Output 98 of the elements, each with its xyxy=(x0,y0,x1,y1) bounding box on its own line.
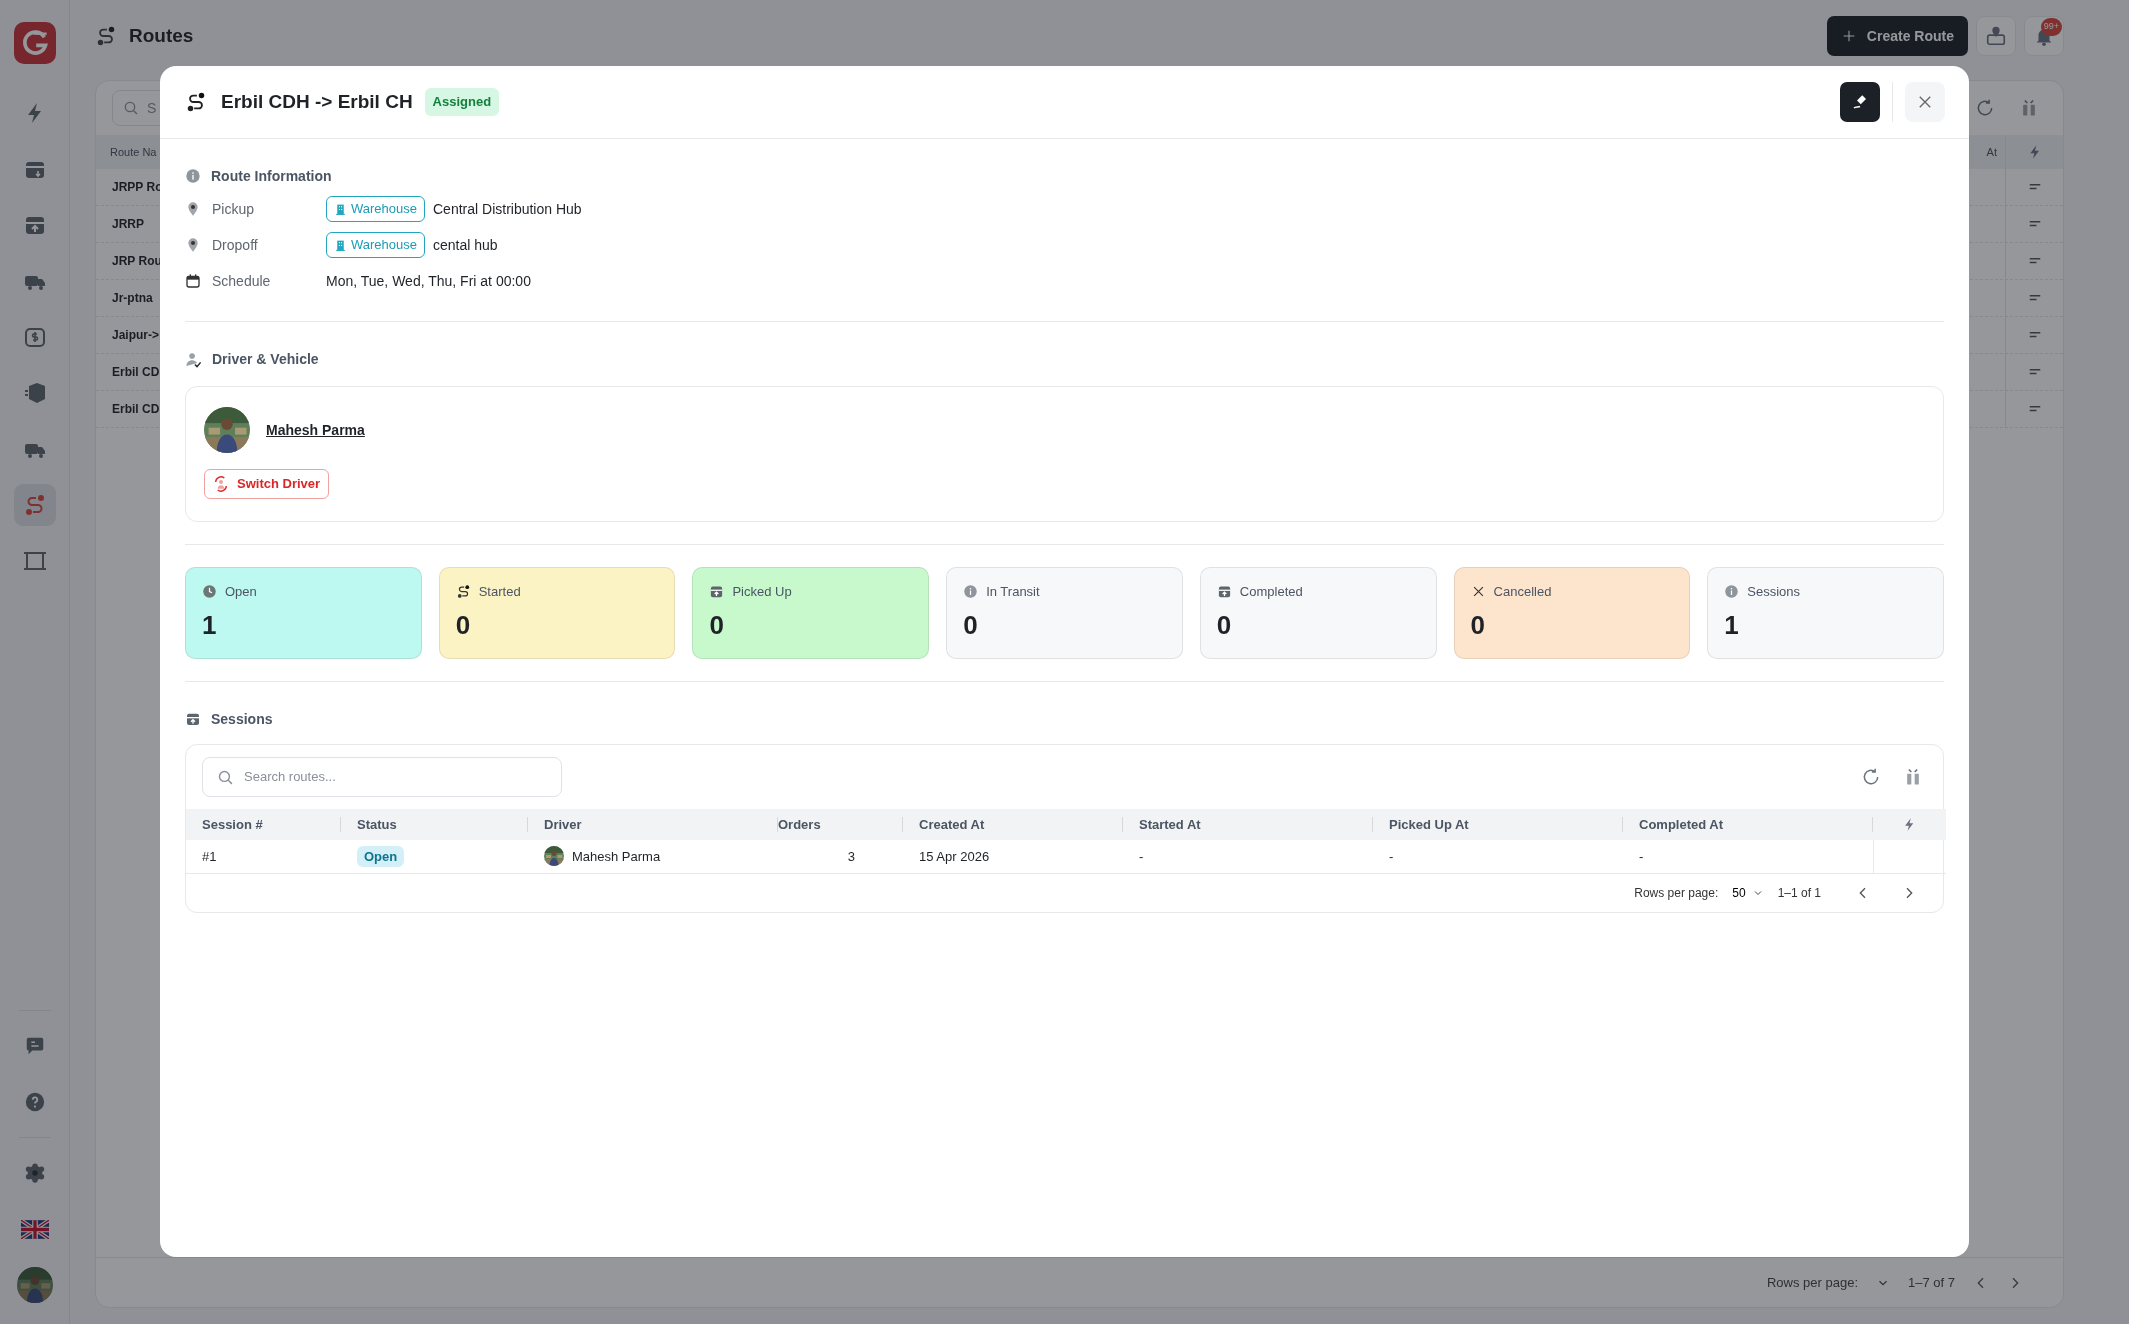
pagination-range: 1–7 of 7 xyxy=(1908,1273,1955,1292)
table-cell-text: Erbil CD xyxy=(112,364,160,381)
location-pin-icon xyxy=(185,237,201,253)
column-header: Route Na xyxy=(110,144,157,160)
pen-icon xyxy=(1851,93,1869,111)
box-icon xyxy=(1216,584,1232,600)
building-icon xyxy=(334,238,347,252)
column-header: Picked Up At xyxy=(1373,809,1623,840)
driver-name: Mahesh Parma xyxy=(572,847,661,866)
field-value: cental hub xyxy=(433,235,498,255)
table-cell: - xyxy=(1623,840,1873,873)
field-value: Central Distribution Hub xyxy=(433,199,582,219)
column-header: Status xyxy=(341,809,528,840)
info-icon xyxy=(963,584,979,600)
tag-text: Warehouse xyxy=(351,200,417,219)
search-icon xyxy=(123,100,139,116)
stat-value: 0 xyxy=(455,608,472,642)
field-label: Dropoff xyxy=(211,235,259,255)
stat-value: 1 xyxy=(1724,608,1740,642)
section-heading: Route Information xyxy=(211,166,332,186)
status-badge: Open xyxy=(357,845,405,867)
rows-per-page-label: Rows per page: xyxy=(1766,1273,1858,1292)
settings-icon xyxy=(23,1162,46,1184)
table-cell-text: Erbil CD xyxy=(112,401,160,418)
modal-title: Erbil CDH -> Erbil CH xyxy=(221,89,413,114)
column-header: At xyxy=(1986,144,1997,160)
logo-icon xyxy=(20,29,49,57)
table-cell: 3 xyxy=(778,840,903,873)
rows-per-page-select[interactable]: 50 xyxy=(1732,883,1764,902)
column-header: Driver xyxy=(528,809,778,840)
page-title: Routes xyxy=(129,23,194,48)
box-icon xyxy=(185,711,201,727)
clock-icon xyxy=(202,584,217,600)
table-cell: - xyxy=(1123,840,1373,873)
map-button[interactable] xyxy=(1976,16,2016,56)
field-label: Pickup xyxy=(211,199,256,219)
frame-icon xyxy=(22,549,47,573)
table-cell: 15 Apr 2026 xyxy=(903,840,1123,873)
search-placeholder: Search routes... xyxy=(244,768,336,787)
swap-icon xyxy=(213,476,229,492)
sidebar-item[interactable] xyxy=(13,484,56,526)
table-cell: - xyxy=(1373,840,1623,873)
stat-value: 0 xyxy=(709,608,725,642)
info-icon xyxy=(185,168,201,184)
stat-label: Completed xyxy=(1239,583,1303,601)
switch-driver-button[interactable]: Switch Driver xyxy=(204,469,330,499)
status-badge: Assigned xyxy=(424,88,500,116)
stat-value: 0 xyxy=(963,608,979,642)
route-icon xyxy=(95,25,117,47)
table-cell-text: Jaipur-> xyxy=(112,327,159,344)
close-button[interactable] xyxy=(1905,82,1945,122)
info-icon xyxy=(1724,584,1740,600)
stat-label: Started xyxy=(478,583,521,601)
rows-per-page-label: Rows per page: xyxy=(1634,884,1719,902)
location-pin-icon xyxy=(185,201,201,217)
section-heading: Driver & Vehicle xyxy=(212,349,319,369)
box-icon xyxy=(709,584,725,600)
refresh-icon xyxy=(1861,767,1881,787)
user-check-icon xyxy=(185,350,202,368)
stat-value: 0 xyxy=(1470,608,1487,642)
stat-value: 1 xyxy=(202,608,218,642)
driver-link[interactable]: Mahesh Parma xyxy=(266,419,365,441)
table-cell-text: JRRP xyxy=(112,216,144,233)
stat-label: In Transit xyxy=(986,583,1040,601)
stat-label: Cancelled xyxy=(1493,583,1552,601)
building-icon xyxy=(334,202,347,216)
column-header: Created At xyxy=(903,809,1123,840)
refresh-icon xyxy=(1975,98,1995,118)
pagination-range: 1–1 of 1 xyxy=(1777,884,1821,902)
table-cell: #1 xyxy=(186,840,341,873)
column-header: Completed At xyxy=(1623,809,1873,840)
section-heading: Sessions xyxy=(211,709,273,729)
notifications-button[interactable]: 99+ xyxy=(2024,16,2064,56)
help-icon xyxy=(23,1091,46,1113)
tag-text: Warehouse xyxy=(351,236,417,255)
notification-badge: 99+ xyxy=(2040,18,2062,36)
route-icon xyxy=(185,91,207,113)
search-field[interactable]: Search routes... xyxy=(202,757,562,797)
stat-label: Sessions xyxy=(1747,583,1801,601)
search-placeholder: S xyxy=(147,98,157,118)
flag-icon xyxy=(20,1219,49,1239)
dollar-icon xyxy=(22,325,47,349)
column-header: Started At xyxy=(1123,809,1373,840)
edit-button[interactable] xyxy=(1840,82,1880,122)
field-value: Mon, Tue, Wed, Thu, Fri at 00:00 xyxy=(326,271,531,291)
column-header: Session # xyxy=(186,809,341,840)
field-label: Schedule xyxy=(211,271,272,291)
table-cell-text: Jr-ptna xyxy=(112,290,153,307)
route-icon xyxy=(455,584,471,600)
stat-value: 0 xyxy=(1216,608,1233,642)
search-icon xyxy=(217,768,234,786)
create-route-button[interactable]: Create Route xyxy=(1826,16,1968,56)
boxes-icon xyxy=(22,381,47,405)
column-header: Orders xyxy=(778,809,903,840)
logo[interactable] xyxy=(13,22,56,64)
stat-label: Picked Up xyxy=(732,583,792,601)
stat-label: Open xyxy=(225,583,257,601)
calendar-icon xyxy=(185,273,201,289)
